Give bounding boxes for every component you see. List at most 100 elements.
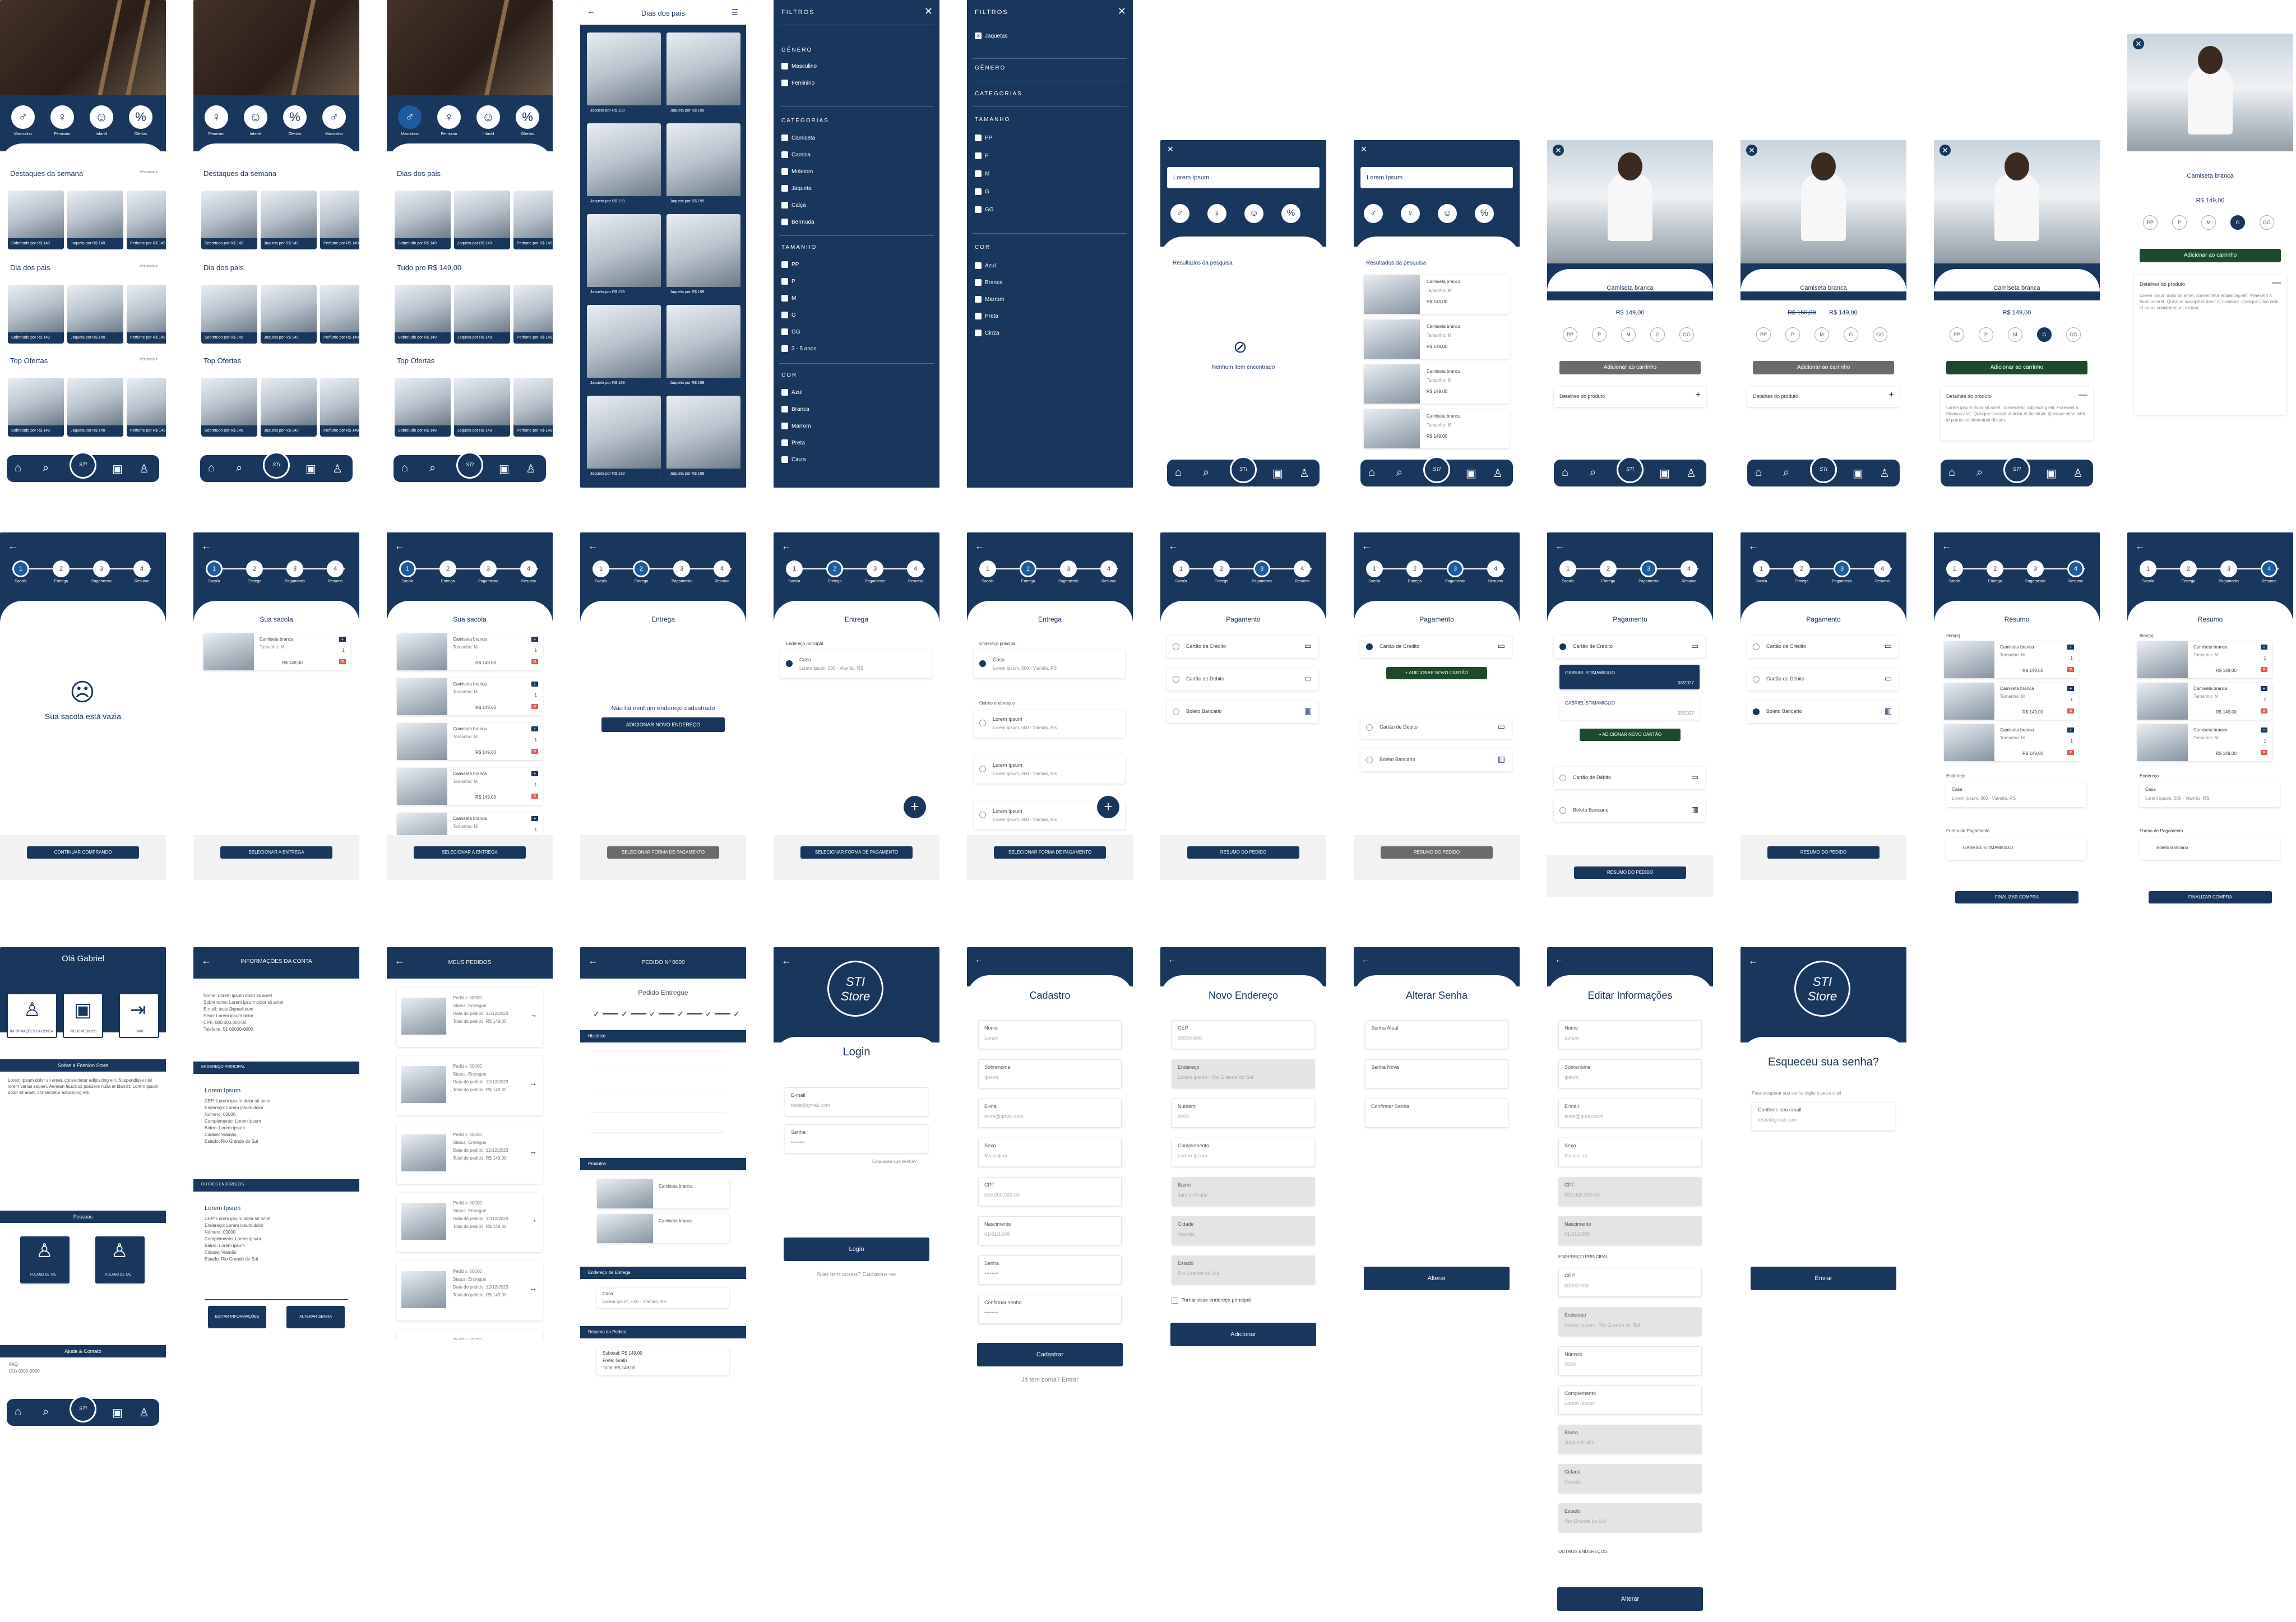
search-result-item[interactable]: Camiseta branca Tamanho: M R$ 149,00 — [1364, 364, 1510, 404]
filter-icon[interactable]: ☰ — [731, 8, 738, 17]
see-all-link[interactable]: Ver mais > — [140, 265, 158, 268]
back-arrow-icon[interactable]: ← — [1168, 955, 1176, 964]
submit-button[interactable]: Adicionar — [1170, 1323, 1316, 1346]
bag-icon[interactable]: ▣ — [305, 462, 316, 476]
size-option[interactable]: PP — [1950, 327, 1964, 342]
step-action-button[interactable]: RESUMO DO PEDIDO — [1381, 846, 1493, 859]
back-arrow-icon[interactable]: ← — [1362, 540, 1372, 552]
back-arrow-icon[interactable]: ← — [781, 540, 791, 552]
category-masculino-icon[interactable]: ♂ — [321, 104, 347, 130]
filter-option[interactable]: Jaqueta — [781, 185, 812, 192]
form-field[interactable]: CEP 00000-000 — [1172, 1020, 1315, 1049]
bag-item[interactable]: Camiseta brancaTamanho: MR$ 149,00+1✕ — [1944, 683, 2079, 720]
size-option[interactable]: P — [1592, 327, 1607, 342]
order-card[interactable]: Pedido: 00000Status: EntregueData do ped… — [397, 1329, 543, 1340]
qty-plus-button[interactable]: + — [2067, 727, 2074, 733]
back-arrow-icon[interactable]: ← — [1748, 955, 1758, 967]
store-logo[interactable]: STI — [2003, 456, 2030, 483]
size-option[interactable]: M — [2201, 215, 2216, 230]
forgot-password-link[interactable]: Esqueceu sua senha? — [872, 1159, 916, 1164]
form-field[interactable]: Nascimento 01/01/1998 — [978, 1216, 1122, 1245]
user-icon[interactable]: ♙ — [2073, 466, 2083, 480]
bag-item[interactable]: Camiseta brancaTamanho: MR$ 149,00+1✕ — [397, 768, 543, 805]
qty-plus-button[interactable]: + — [531, 637, 538, 642]
store-logo[interactable]: STI — [1810, 456, 1837, 483]
home-icon[interactable]: ⌂ — [15, 1406, 21, 1419]
change-password-button[interactable]: ALTERAR SENHA — [286, 1306, 345, 1328]
back-arrow-icon[interactable]: ← — [1555, 955, 1563, 964]
submit-button[interactable]: Alterar — [1364, 1267, 1510, 1290]
form-field[interactable]: Senha •••••••• — [978, 1255, 1122, 1285]
size-option[interactable]: GG — [2260, 215, 2274, 230]
qty-plus-button[interactable]: + — [531, 771, 538, 776]
step-action-button[interactable]: SELECIONAR FORMA DE PAGAMENTO — [800, 846, 913, 859]
search-icon[interactable]: ⌕ — [43, 462, 49, 475]
form-field[interactable]: Sobrenome Ipsum — [978, 1059, 1122, 1088]
category-masculino-icon[interactable]: ♂ — [10, 104, 36, 130]
filter-section-categories[interactable]: CATEGORIAS — [975, 91, 1022, 97]
category-infantil-icon[interactable]: ☺ — [1243, 203, 1265, 224]
size-option[interactable]: P — [1979, 327, 1993, 342]
payment-option[interactable]: Cartão de Débito ▭ — [1360, 716, 1512, 739]
search-icon[interactable]: ⌕ — [1396, 466, 1402, 479]
add-address-button[interactable]: ADICIONAR NOVO ENDEREÇO — [601, 717, 725, 732]
filter-option[interactable]: M — [781, 295, 796, 302]
filter-option[interactable]: PP — [975, 135, 992, 141]
store-logo[interactable]: STI — [456, 452, 483, 479]
user-icon[interactable]: ♙ — [1686, 466, 1696, 480]
search-icon[interactable]: ⌕ — [43, 1406, 49, 1419]
product-image[interactable]: • • • — [2127, 34, 2293, 168]
back-arrow-icon[interactable]: ← — [1942, 540, 1952, 552]
bag-item[interactable]: Camiseta brancaTamanho: MR$ 149,00+1✕ — [397, 723, 543, 760]
order-card[interactable]: Pedido: 00000Status: EntregueData do ped… — [397, 1056, 543, 1115]
product-card[interactable]: Jaqueta por R$ 199 — [587, 305, 661, 389]
qty-plus-button[interactable]: + — [531, 682, 538, 687]
trash-icon[interactable]: ✕ — [531, 659, 538, 664]
filter-option[interactable]: Marrom — [975, 296, 1004, 303]
home-icon[interactable]: ⌂ — [1175, 466, 1182, 479]
step-action-button[interactable]: RESUMO DO PEDIDO — [1574, 866, 1686, 879]
filter-option[interactable]: Cinza — [781, 456, 806, 463]
size-option[interactable]: G — [2037, 327, 2052, 342]
filter-option[interactable]: Calça — [781, 202, 806, 208]
store-logo[interactable]: STI — [1617, 456, 1644, 483]
qty-plus-button[interactable]: + — [2261, 727, 2267, 733]
search-result-item[interactable]: Camiseta branca Tamanho: M R$ 149,00 — [1364, 409, 1510, 448]
category-selected-icon[interactable]: ♂ — [397, 104, 423, 130]
category-ofertas-icon[interactable]: % — [128, 104, 154, 130]
user-icon[interactable]: ♙ — [1299, 466, 1309, 480]
back-arrow-icon[interactable]: ← — [1168, 540, 1178, 552]
store-logo[interactable]: STI — [70, 452, 96, 479]
order-card[interactable]: Pedido: 00000Status: EntregueData do ped… — [397, 1261, 543, 1320]
see-all-link[interactable]: Ver mais > — [140, 358, 158, 362]
qty-plus-button[interactable]: + — [2067, 686, 2074, 691]
category-ofertas-icon[interactable]: % — [1474, 203, 1495, 224]
add-card-button[interactable]: + ADICIONAR NOVO CARTÃO — [1580, 729, 1681, 741]
user-icon[interactable]: ♙ — [1880, 466, 1890, 480]
filter-option[interactable]: Branca — [781, 406, 809, 413]
search-icon[interactable]: ⌕ — [1590, 466, 1596, 479]
product-card[interactable]: Jaqueta por R$ 199 — [666, 33, 740, 117]
filter-option[interactable]: Branca — [975, 279, 1003, 286]
category-feminino-icon[interactable]: ♀ — [1400, 203, 1421, 224]
bag-icon[interactable]: ▣ — [1466, 466, 1476, 480]
bag-item[interactable]: Camiseta brancaTamanho: MR$ 149,00+1✕ — [1944, 641, 2079, 678]
form-field[interactable]: Estado Rio Grande do Sul — [1172, 1255, 1315, 1285]
add-to-cart-button[interactable]: Adicionar ao carrinho — [2140, 249, 2281, 262]
back-arrow-icon[interactable]: ← — [781, 955, 791, 967]
product-card[interactable]: Jaqueta por R$ 199 — [666, 123, 740, 207]
size-option[interactable]: GG — [2066, 327, 2081, 342]
filter-option[interactable]: Marrom — [781, 423, 811, 429]
size-option[interactable]: P — [2172, 215, 2187, 230]
search-input[interactable]: Lorem Ipsum — [1367, 174, 1402, 181]
step-action-button[interactable]: RESUMO DO PEDIDO — [1187, 846, 1299, 859]
trash-icon[interactable]: ✕ — [339, 659, 346, 664]
filter-section-size[interactable]: TAMANHO — [781, 244, 817, 251]
form-field[interactable]: Cidade Viamão — [1172, 1216, 1315, 1245]
search-icon[interactable]: ⌕ — [236, 462, 242, 475]
see-all-link[interactable]: Ver mais > — [140, 170, 158, 174]
qty-plus-button[interactable]: + — [2261, 645, 2267, 650]
filter-section-gender[interactable]: GÊNERO — [975, 65, 1006, 71]
form-field[interactable]: Endereço Lorem Ipsum - Rio Grande do Sul — [1558, 1307, 1702, 1336]
faq-link[interactable]: FAQ — [9, 1362, 18, 1367]
